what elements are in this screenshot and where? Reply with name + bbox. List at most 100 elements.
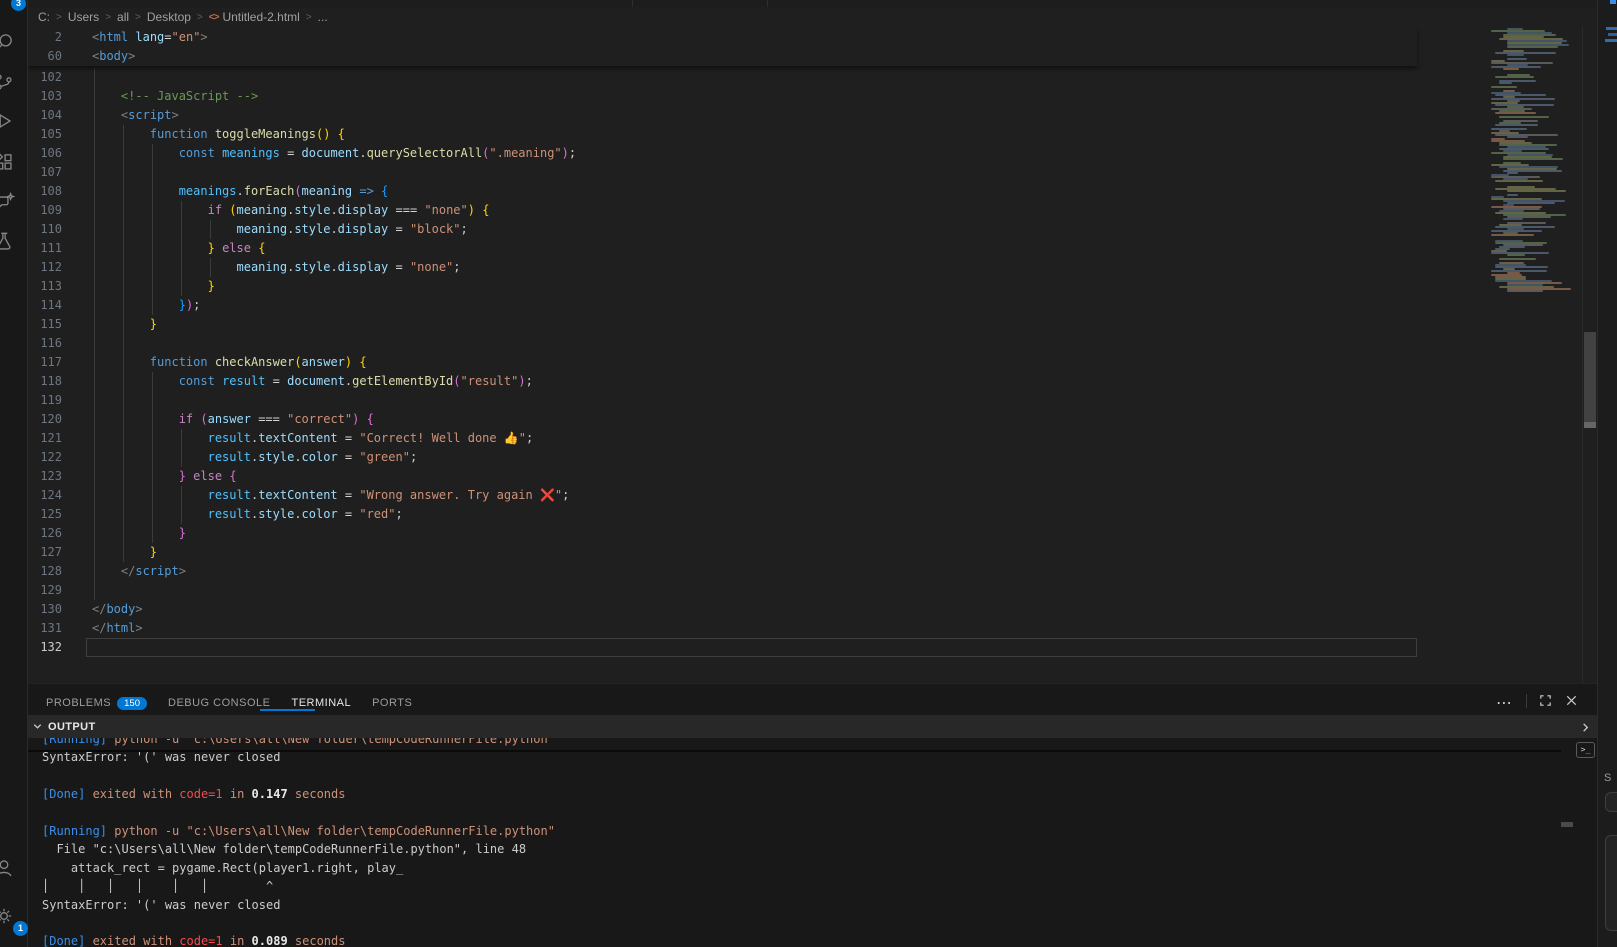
line-number[interactable]: 105	[28, 125, 62, 144]
breadcrumb-item[interactable]: Desktop	[147, 10, 191, 24]
panel-maximize-button[interactable]	[1538, 693, 1553, 713]
code-line[interactable]: 124 result.textContent = "Wrong answer. …	[28, 486, 1459, 505]
line-number[interactable]: 111	[28, 239, 62, 258]
code-editor[interactable]: 102103 <!-- JavaScript -->104 <script>10…	[28, 27, 1597, 683]
code-line[interactable]: 130</body>	[28, 600, 1459, 619]
code-line[interactable]: 106 const meanings = document.querySelec…	[28, 144, 1459, 163]
settings-gear-icon[interactable]	[0, 905, 15, 927]
code-line[interactable]: 105 function toggleMeanings() {	[28, 125, 1459, 144]
panel-close-button[interactable]	[1564, 693, 1579, 713]
line-number[interactable]: 107	[28, 163, 62, 182]
code-line[interactable]: 104 <script>	[28, 106, 1459, 125]
code-line[interactable]: 120 if (answer === "correct") {	[28, 410, 1459, 429]
sticky-line[interactable]: 60<body>	[28, 47, 1459, 66]
line-number[interactable]: 113	[28, 277, 62, 296]
search-icon[interactable]	[0, 31, 15, 53]
minimap-line	[1507, 54, 1524, 56]
breadcrumb-item[interactable]: Users	[68, 10, 99, 24]
breadcrumb-file[interactable]: Untitled-2.html	[222, 10, 299, 24]
breadcrumb-item[interactable]: C:	[38, 10, 50, 24]
code-line[interactable]: 126 }	[28, 524, 1459, 543]
line-number[interactable]: 121	[28, 429, 62, 448]
code-line[interactable]: 111 } else {	[28, 239, 1459, 258]
terminal-tab-icon[interactable]: >_	[1576, 742, 1595, 758]
code-line[interactable]: 123 } else {	[28, 467, 1459, 486]
editor-scrollbar-thumb[interactable]	[1584, 332, 1596, 422]
minimap-line	[1507, 194, 1518, 196]
code-line[interactable]: 108 meanings.forEach(meaning => {	[28, 182, 1459, 201]
line-number[interactable]: 127	[28, 543, 62, 562]
code-line[interactable]: 109 if (meaning.style.display === "none"…	[28, 201, 1459, 220]
code-line[interactable]: 114 });	[28, 296, 1459, 315]
chat-icon[interactable]	[0, 191, 15, 213]
code-line[interactable]: 127 }	[28, 543, 1459, 562]
line-number[interactable]: 119	[28, 391, 62, 410]
run-debug-icon[interactable]	[0, 110, 15, 132]
code-line[interactable]: 118 const result = document.getElementBy…	[28, 372, 1459, 391]
account-icon[interactable]	[0, 857, 15, 879]
code-line[interactable]: 112 meaning.style.display = "none";	[28, 258, 1459, 277]
line-number[interactable]: 128	[28, 562, 62, 581]
code-line[interactable]: 117 function checkAnswer(answer) {	[28, 353, 1459, 372]
breadcrumb-more[interactable]: ...	[318, 10, 328, 24]
code-line[interactable]: 102	[28, 68, 1459, 87]
line-number[interactable]: 122	[28, 448, 62, 467]
line-number[interactable]: 116	[28, 334, 62, 353]
line-number[interactable]: 110	[28, 220, 62, 239]
code-line[interactable]: 113 }	[28, 277, 1459, 296]
code-line[interactable]: 116	[28, 334, 1459, 353]
line-number[interactable]: 129	[28, 581, 62, 600]
line-number[interactable]: 112	[28, 258, 62, 277]
code-line[interactable]: 110 meaning.style.display = "block";	[28, 220, 1459, 239]
output-overflow-chevron[interactable]	[1580, 720, 1591, 738]
extensions-icon[interactable]	[0, 151, 15, 173]
terminal-scrollbar-thumb[interactable]	[1561, 822, 1573, 827]
line-number[interactable]: 109	[28, 201, 62, 220]
code-line[interactable]: 121 result.textContent = "Correct! Well …	[28, 429, 1459, 448]
secondary-sidebar-fragment: S	[1597, 0, 1617, 947]
panel-tab-problems[interactable]: PROBLEMS150	[46, 697, 147, 710]
line-number[interactable]: 118	[28, 372, 62, 391]
output-section-header[interactable]: OUTPUT	[28, 715, 1597, 738]
code-line[interactable]: 107	[28, 163, 1459, 182]
breadcrumb-item[interactable]: all	[117, 10, 129, 24]
code-line[interactable]: 119	[28, 391, 1459, 410]
panel-more-actions-button[interactable]: ⋯	[1496, 693, 1512, 713]
fragment-box-large	[1605, 835, 1617, 931]
code-line[interactable]: 122 result.style.color = "green";	[28, 448, 1459, 467]
line-number[interactable]: 124	[28, 486, 62, 505]
line-number[interactable]: 102	[28, 68, 62, 87]
code-line[interactable]: 115 }	[28, 315, 1459, 334]
panel-tab-terminal[interactable]: TERMINAL	[291, 697, 351, 709]
line-number[interactable]: 117	[28, 353, 62, 372]
code-line[interactable]: 103 <!-- JavaScript -->	[28, 87, 1459, 106]
code-line[interactable]: 125 result.style.color = "red";	[28, 505, 1459, 524]
line-number[interactable]: 120	[28, 410, 62, 429]
source-control-icon[interactable]	[0, 71, 15, 93]
code-line[interactable]: 128 </script>	[28, 562, 1459, 581]
panel-tab-debug-console[interactable]: DEBUG CONSOLE	[168, 697, 270, 709]
line-number[interactable]: 115	[28, 315, 62, 334]
minimap[interactable]	[1459, 27, 1559, 683]
sticky-line[interactable]: 2<html lang="en">	[28, 28, 1459, 47]
testing-icon[interactable]	[0, 230, 15, 252]
line-number[interactable]: 126	[28, 524, 62, 543]
line-number[interactable]: 114	[28, 296, 62, 315]
sticky-scroll[interactable]: 2<html lang="en">60<body>	[28, 28, 1417, 66]
line-number[interactable]: 132	[28, 638, 62, 657]
line-number[interactable]: 130	[28, 600, 62, 619]
code-line[interactable]: 131</html>	[28, 619, 1459, 638]
line-number[interactable]: 108	[28, 182, 62, 201]
code-line[interactable]: 129	[28, 581, 1459, 600]
line-number[interactable]: 106	[28, 144, 62, 163]
line-number[interactable]: 104	[28, 106, 62, 125]
panel-tab-ports[interactable]: PORTS	[372, 697, 412, 709]
terminal-output[interactable]: [Running] python -u c:\Users\all\New fol…	[28, 738, 1573, 947]
line-number[interactable]: 123	[28, 467, 62, 486]
editor-scrollbar[interactable]	[1583, 27, 1597, 683]
terminal-line: SyntaxError: '(' was never closed	[42, 896, 1562, 914]
line-number[interactable]: 131	[28, 619, 62, 638]
line-number[interactable]: 125	[28, 505, 62, 524]
editor-tab-strip[interactable]	[28, 0, 1597, 7]
line-number[interactable]: 103	[28, 87, 62, 106]
